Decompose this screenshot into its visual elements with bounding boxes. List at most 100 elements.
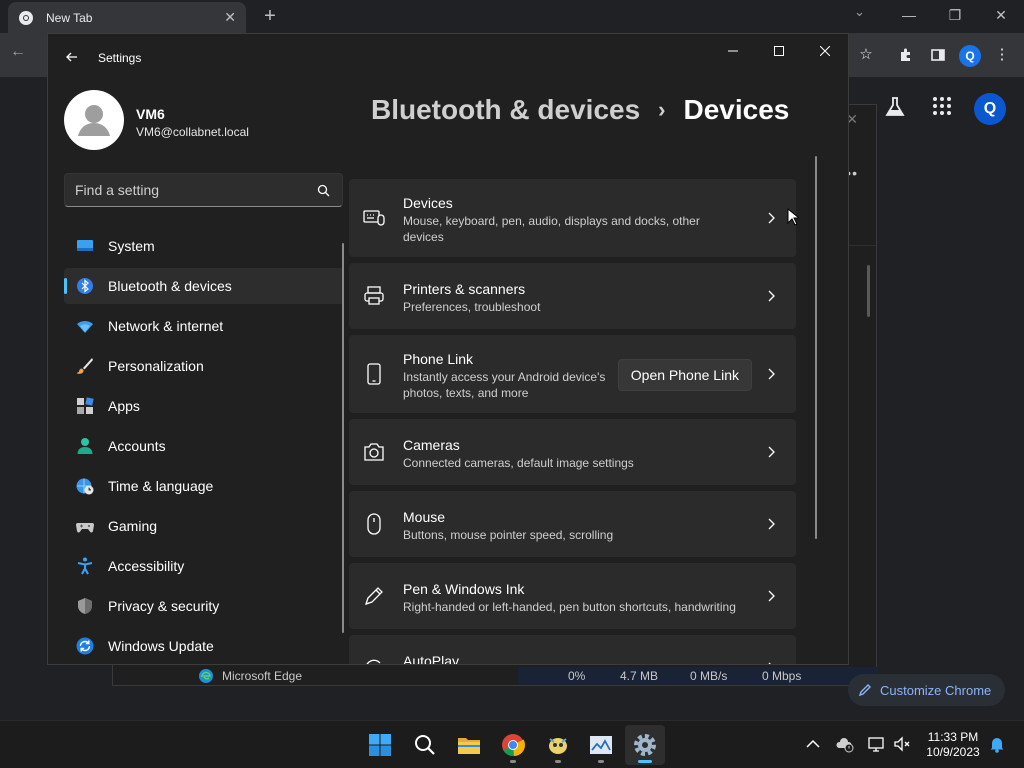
sidebar-item-gaming[interactable]: Gaming (64, 508, 344, 544)
autoplay-icon (366, 659, 381, 664)
search-icon[interactable] (317, 184, 330, 197)
table-row[interactable]: Microsoft Edge 0% 4.7 MB 0 MB/s 0 Mbps (198, 667, 878, 685)
camera-icon (364, 443, 384, 461)
extensions-puzzle-icon[interactable] (894, 43, 918, 67)
start-button[interactable] (360, 725, 400, 765)
taskbar-chrome[interactable] (493, 725, 533, 765)
close-button[interactable] (802, 38, 848, 66)
card-devices[interactable]: Devices Mouse, keyboard, pen, audio, dis… (349, 179, 796, 257)
settings-content: Devices Mouse, keyboard, pen, audio, dis… (349, 179, 796, 665)
sidebar-item-accounts[interactable]: Accounts (64, 428, 344, 464)
card-mouse[interactable]: Mouse Buttons, mouse pointer speed, scro… (349, 491, 796, 557)
chrome-tabstrip: New Tab ✕ + ⌄ — ❐ ✕ (0, 0, 1024, 33)
chevron-right-icon (768, 590, 775, 602)
divider (849, 245, 876, 246)
scrollbar[interactable] (867, 265, 870, 317)
chrome-minimize-button[interactable]: — (886, 0, 932, 30)
chrome-profile-avatar[interactable]: Q (959, 45, 981, 67)
chevron-up-icon[interactable] (804, 735, 822, 753)
taskbar-search-button[interactable] (405, 725, 445, 765)
cpu-value: 0% (568, 669, 586, 683)
search-box[interactable] (64, 173, 343, 207)
sidebar-scrollbar[interactable] (342, 243, 344, 633)
shield-icon (78, 598, 92, 614)
sidebar-item-bluetooth-devices[interactable]: Bluetooth & devices (64, 268, 344, 304)
tab-search-icon[interactable]: ⌄ (854, 4, 874, 24)
card-title: Printers & scanners (403, 281, 526, 297)
minimize-button[interactable] (710, 38, 756, 66)
sidebar-item-label: System (108, 238, 155, 254)
maximize-icon (774, 46, 784, 56)
sidebar-item-label: Time & language (108, 478, 214, 494)
card-phone-link[interactable]: Phone Link Instantly access your Android… (349, 335, 796, 413)
new-tab-button[interactable]: + (258, 4, 282, 28)
close-icon (820, 46, 830, 56)
title-bar: Settings (48, 34, 848, 82)
back-arrow-icon[interactable]: ← (10, 43, 34, 67)
customize-chrome-button[interactable]: Customize Chrome (848, 674, 1006, 706)
sidebar-item-apps[interactable]: Apps (64, 388, 344, 424)
sidebar-item-personalization[interactable]: Personalization (64, 348, 344, 384)
sidebar-item-privacy-security[interactable]: Privacy & security (64, 588, 344, 624)
sidebar-item-network[interactable]: Network & internet (64, 308, 344, 344)
sidebar-item-label: Apps (108, 398, 140, 414)
settings-window: Settings VM6 VM6@collabnet.local System (47, 33, 849, 665)
pen-icon (364, 587, 383, 606)
account-avatar[interactable]: Q (974, 93, 1006, 125)
card-pen-windows-ink[interactable]: Pen & Windows Ink Right-handed or left-h… (349, 563, 796, 629)
onedrive-sync-icon[interactable] (836, 735, 854, 753)
apps-grid-icon[interactable] (928, 96, 956, 124)
process-metrics: 0% 4.7 MB 0 MB/s 0 Mbps (518, 667, 878, 685)
chrome-close-button[interactable]: ✕ (978, 0, 1024, 30)
volume-muted-icon[interactable] (893, 735, 911, 753)
sidebar-item-label: Personalization (108, 358, 204, 374)
labs-flask-icon[interactable] (881, 96, 909, 124)
open-phone-link-button[interactable]: Open Phone Link (617, 359, 752, 391)
sidebar-item-time-language[interactable]: Time & language (64, 468, 344, 504)
mouse-icon (367, 513, 381, 535)
chrome-menu-icon[interactable]: ⋮ (990, 43, 1014, 67)
chrome-tab-new-tab[interactable]: New Tab ✕ (8, 2, 246, 33)
system-clock[interactable]: 11:33 PM 10/9/2023 (920, 730, 986, 760)
accounts-icon (77, 438, 93, 454)
card-description: Right-handed or left-handed, pen button … (403, 600, 736, 614)
sidebar-item-system[interactable]: System (64, 228, 344, 264)
user-profile[interactable]: VM6 VM6@collabnet.local (64, 90, 344, 154)
memory-value: 4.7 MB (620, 669, 659, 683)
brush-icon (77, 358, 93, 374)
sidebar-nav: System Bluetooth & devices Network & int… (64, 228, 344, 664)
settings-icon (634, 734, 656, 756)
taskbar-file-explorer[interactable] (449, 725, 489, 765)
card-autoplay[interactable]: AutoPlay (349, 635, 796, 665)
chevron-right-icon (768, 662, 771, 664)
card-cameras[interactable]: Cameras Connected cameras, default image… (349, 419, 796, 485)
printer-icon (364, 286, 384, 305)
content-scrollbar[interactable] (815, 156, 817, 539)
maximize-button[interactable] (756, 38, 802, 66)
side-panel-icon[interactable] (926, 43, 950, 67)
network-display-icon[interactable] (868, 735, 886, 753)
sidebar-item-windows-update[interactable]: Windows Update (64, 628, 344, 664)
tab-close-icon[interactable]: ✕ (224, 9, 236, 26)
devices-icon (363, 210, 385, 226)
card-title: AutoPlay (403, 653, 460, 665)
sidebar-item-accessibility[interactable]: Accessibility (64, 548, 344, 584)
apps-icon (77, 397, 94, 414)
taskbar-ai-app[interactable] (538, 725, 578, 765)
pencil-icon (858, 684, 871, 697)
sidebar-item-label: Gaming (108, 518, 158, 534)
taskbar-settings[interactable] (625, 725, 665, 765)
bookmark-star-icon[interactable]: ☆ (854, 43, 878, 67)
breadcrumb-parent[interactable]: Bluetooth & devices (371, 94, 640, 126)
chrome-restore-button[interactable]: ❐ (932, 0, 978, 30)
taskbar-task-manager[interactable] (581, 725, 621, 765)
wifi-icon (77, 320, 93, 333)
card-description: Connected cameras, default image setting… (403, 456, 634, 470)
task-manager-icon (590, 736, 612, 754)
search-input[interactable] (75, 174, 305, 206)
back-arrow-icon[interactable] (64, 49, 80, 65)
card-printers-scanners[interactable]: Printers & scanners Preferences, trouble… (349, 263, 796, 329)
chevron-right-icon (768, 368, 775, 380)
card-description: Instantly access your Android device's p… (403, 370, 606, 400)
notification-bell-icon[interactable] (988, 735, 1006, 753)
